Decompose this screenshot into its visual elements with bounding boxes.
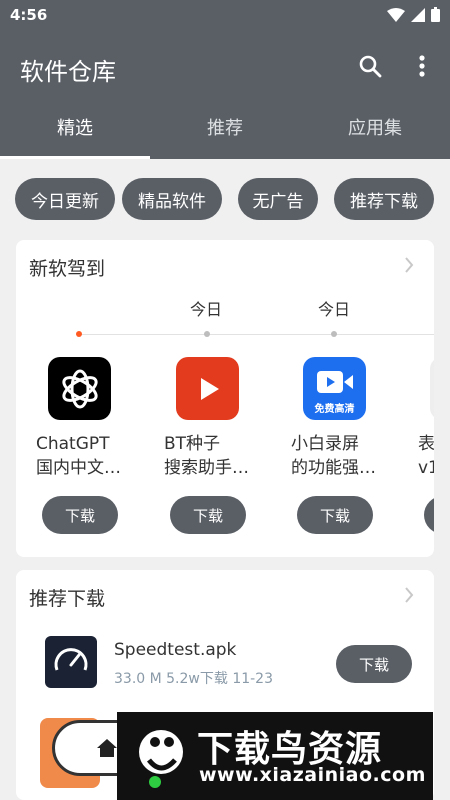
chip-premium-software[interactable]: 精品软件: [122, 178, 222, 220]
tab-recommend[interactable]: 推荐: [150, 102, 300, 159]
status-icons: [387, 7, 440, 22]
more-options-button[interactable]: [410, 51, 434, 81]
download-button[interactable]: [424, 496, 434, 534]
search-button[interactable]: [355, 51, 385, 81]
date-label: 今日: [318, 300, 351, 319]
tab-label: 精选: [57, 118, 93, 139]
chevron-right-icon[interactable]: [404, 256, 414, 274]
chatgpt-icon[interactable]: [48, 357, 111, 420]
app-name: ChatGPT 国内中文…: [36, 434, 121, 478]
chip-recommended-downloads[interactable]: 推荐下载: [334, 178, 434, 220]
tab-collections[interactable]: 应用集: [300, 102, 450, 159]
status-bar: 4:56: [0, 0, 450, 32]
search-icon: [359, 55, 382, 78]
play-icon[interactable]: [176, 357, 239, 420]
wifi-icon: [387, 7, 405, 22]
app-meta: 33.0 M 5.2w下载 11-23: [114, 671, 273, 687]
home-icon: [97, 739, 117, 757]
filter-chips: 今日更新 精品软件 无广告 推荐下载: [0, 178, 450, 222]
timeline-dot: [204, 331, 210, 337]
tab-label: 应用集: [348, 118, 402, 139]
download-button[interactable]: 下载: [297, 496, 373, 534]
download-button[interactable]: 下载: [42, 496, 118, 534]
date-label: 今日: [190, 300, 223, 319]
chip-no-ads[interactable]: 无广告: [238, 178, 318, 220]
battery-icon: [431, 7, 440, 22]
app-name: Speedtest.apk: [114, 640, 237, 660]
tab-indicator: [0, 156, 150, 159]
status-time: 4:56: [10, 6, 48, 24]
chip-today-updates[interactable]: 今日更新: [15, 178, 115, 220]
timeline-line: [78, 334, 434, 335]
tab-featured[interactable]: 精选: [0, 102, 150, 159]
tab-label: 推荐: [207, 118, 243, 139]
new-apps-card: 新软驾到 今日 今日 ChatGPT 国内中文… 下载 BT种子 搜索助手… 下…: [16, 240, 434, 557]
signal-icon: [411, 7, 425, 22]
more-vert-icon: [419, 55, 425, 77]
app-name: 表 v1: [418, 434, 434, 478]
page-title: 软件仓库: [20, 58, 116, 86]
download-button[interactable]: 下载: [336, 645, 412, 683]
timeline-dot-active: [76, 331, 82, 337]
app-bar: 软件仓库: [0, 32, 450, 102]
chevron-right-icon[interactable]: [404, 586, 414, 604]
app-name: 小白录屏 的功能强…: [291, 434, 376, 478]
speedometer-icon[interactable]: [45, 636, 97, 688]
timeline-dot: [331, 331, 337, 337]
section-title: 新软驾到: [29, 258, 106, 280]
watermark-url: www.xiazainiao.com: [199, 764, 426, 786]
icon-caption: 免费高清: [314, 404, 355, 415]
section-title: 推荐下载: [29, 588, 106, 610]
partial-app-icon[interactable]: [430, 357, 434, 420]
tab-bar: 精选 推荐 应用集: [0, 102, 450, 159]
video-camera-icon[interactable]: 免费高清: [303, 357, 366, 420]
download-button[interactable]: 下载: [170, 496, 246, 534]
app-name: BT种子 搜索助手…: [164, 434, 249, 478]
watermark: 下载鸟资源 www.xiazainiao.com: [117, 712, 433, 800]
bird-logo-icon: [139, 730, 183, 788]
